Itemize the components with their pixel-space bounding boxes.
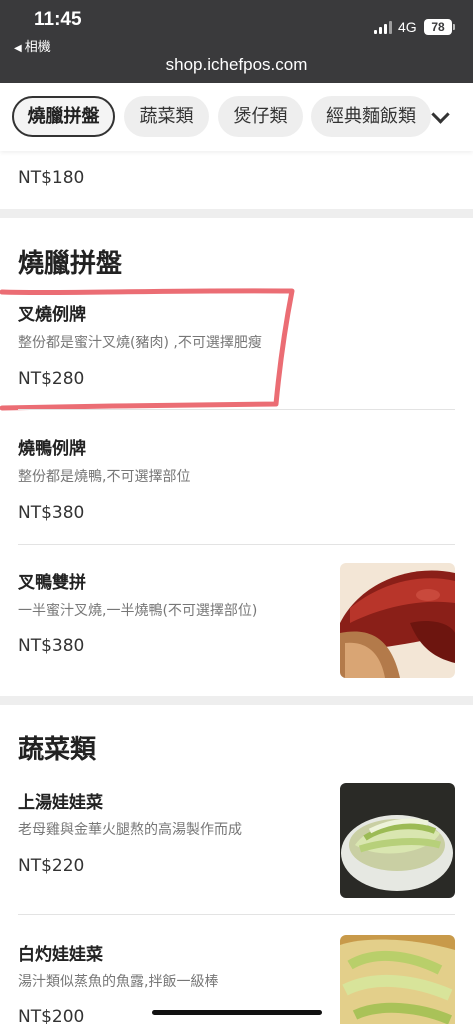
item-description: 老母雞與金華火腿熬的高湯製作而成 — [18, 822, 242, 838]
item-name: 上湯娃娃菜 — [18, 793, 103, 813]
battery-level: 78 — [431, 20, 445, 34]
item-name: 叉鴨雙拼 — [18, 573, 86, 593]
category-tabs: 燒臘拼盤 蔬菜類 煲仔類 經典麵飯類 — [0, 83, 473, 151]
blanched-cabbage-photo[interactable] — [340, 935, 455, 1024]
tab-vegetables[interactable]: 蔬菜類 — [124, 96, 209, 137]
home-indicator[interactable] — [152, 1010, 322, 1015]
item-price: NT$380 — [18, 636, 85, 656]
browser-header: 11:45 ◀ 相機 4G 78 shop.ichefpos.com — [0, 0, 473, 83]
tab-claypot[interactable]: 煲仔類 — [218, 96, 303, 137]
url-bar[interactable]: shop.ichefpos.com — [0, 55, 473, 75]
section-gap — [0, 209, 473, 218]
item-price: NT$200 — [18, 1007, 85, 1024]
section-title-roast: 燒臘拼盤 — [18, 249, 123, 279]
item-description: 整份都是燒鴨,不可選擇部位 — [18, 469, 191, 485]
baby-cabbage-soup-photo[interactable] — [340, 783, 455, 898]
back-to-app-link[interactable]: ◀ 相機 — [14, 36, 51, 55]
tab-classic-noodle-rice[interactable]: 經典麵飯類 — [311, 96, 431, 137]
item-divider — [18, 409, 455, 410]
item-price: NT$220 — [18, 856, 85, 876]
network-type: 4G — [398, 19, 417, 35]
battery-icon: 78 — [424, 19, 455, 35]
status-time: 11:45 — [34, 9, 82, 30]
item-divider — [18, 914, 455, 915]
roast-duck-pork-photo[interactable] — [340, 563, 455, 678]
item-price: NT$380 — [18, 503, 85, 523]
item-description: 一半蜜汁叉燒,一半燒鴨(不可選擇部位) — [18, 603, 258, 619]
chevron-down-icon[interactable] — [428, 105, 454, 131]
back-triangle-icon: ◀ — [14, 43, 22, 54]
item-name: 白灼娃娃菜 — [18, 945, 103, 965]
section-title-vegetables: 蔬菜類 — [18, 735, 97, 765]
back-app-label: 相機 — [24, 40, 51, 55]
item-divider — [18, 544, 455, 545]
section-gap — [0, 696, 473, 705]
highlight-annotation-mark — [0, 288, 295, 411]
signal-icon — [374, 21, 392, 34]
tab-roast-platter[interactable]: 燒臘拼盤 — [12, 96, 115, 137]
item-description: 湯汁類似蒸魚的魚露,拌飯一級棒 — [18, 974, 219, 990]
prev-item-price: NT$180 — [18, 168, 85, 188]
item-name: 燒鴨例牌 — [18, 439, 86, 459]
